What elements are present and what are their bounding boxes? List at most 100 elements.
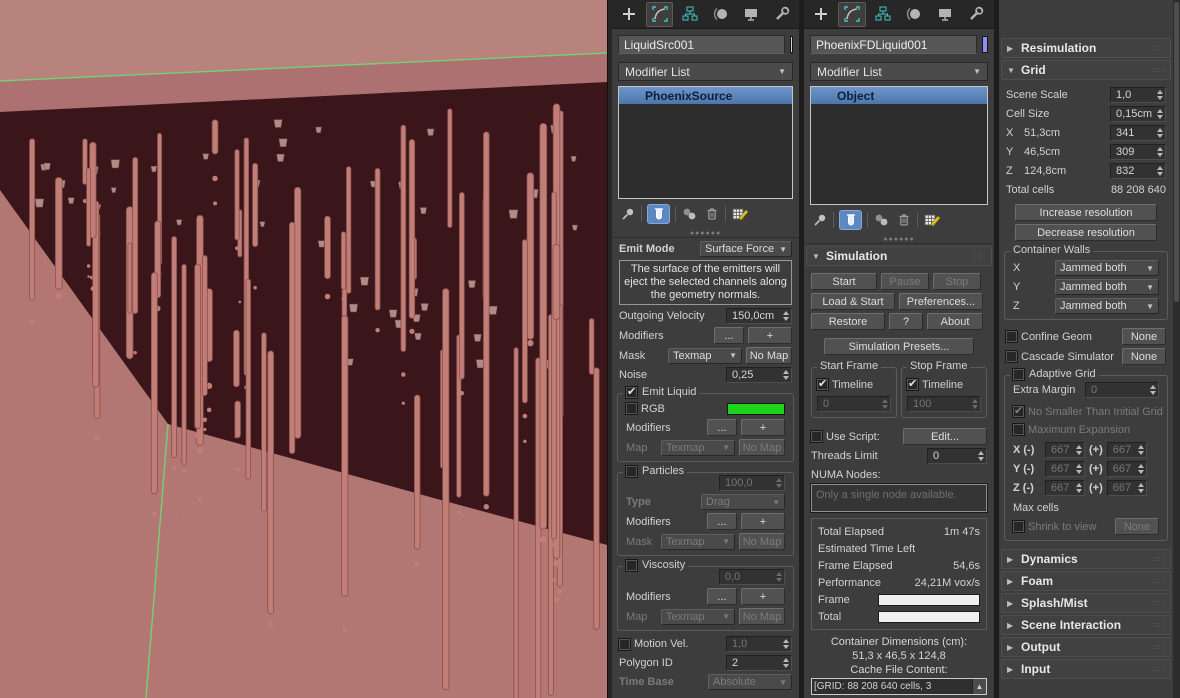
spinner[interactable] <box>1157 109 1163 119</box>
outgoing-velocity-field[interactable]: 150,0cm <box>726 308 792 324</box>
simulation-rollout-header[interactable]: ▼ Simulation ∷∷ <box>806 246 992 266</box>
adaptive-grid-checkbox[interactable] <box>1012 367 1025 381</box>
splash-mist-rollout-header[interactable]: ▶ Splash/Mist ∷∷ <box>1001 593 1171 613</box>
modifiers-add-button[interactable]: + <box>741 588 785 605</box>
stack-item-phoenixsource[interactable]: PhoenixSource <box>619 87 792 104</box>
simulation-presets-button[interactable]: Simulation Presets... <box>824 338 974 355</box>
modifier-stack[interactable]: PhoenixSource <box>618 86 793 199</box>
object-color-swatch[interactable] <box>790 36 793 53</box>
mask-texmap-dropdown[interactable]: Texmap ▼ <box>668 347 742 364</box>
modifiers-browse-button[interactable]: ... <box>707 588 737 605</box>
grid-rollout-header[interactable]: ▼ Grid ∷∷ <box>1001 60 1171 80</box>
cell-size-field[interactable]: 0,15cm <box>1110 106 1166 122</box>
start-timeline-checkbox[interactable] <box>816 377 829 391</box>
edit-script-button[interactable]: Edit... <box>903 428 987 445</box>
spinner[interactable] <box>783 658 789 668</box>
modify-tab[interactable] <box>645 1 674 27</box>
modifiers-add-button[interactable]: + <box>741 513 785 530</box>
modifiers-browse-button[interactable]: ... <box>707 513 737 530</box>
make-unique-icon[interactable] <box>873 212 891 228</box>
use-script-checkbox[interactable] <box>810 430 823 443</box>
noise-field[interactable]: 0,25 <box>726 367 792 383</box>
rollout-splitter[interactable]: ●●●●●● <box>612 229 799 238</box>
output-rollout-header[interactable]: ▶ Output ∷∷ <box>1001 637 1171 657</box>
rollout-splitter[interactable]: ●●●●●● <box>804 235 994 244</box>
pin-stack-icon[interactable] <box>812 212 828 228</box>
wall-z-dropdown[interactable]: Jammed both ▼ <box>1055 298 1159 314</box>
cascade-simulator-checkbox[interactable] <box>1005 350 1018 363</box>
rgb-color-swatch[interactable] <box>727 402 785 415</box>
spinner[interactable] <box>783 370 789 380</box>
spinner[interactable] <box>978 451 984 461</box>
configure-modifier-sets-icon[interactable] <box>731 206 749 222</box>
help-button[interactable]: ? <box>889 313 923 330</box>
decrease-resolution-button[interactable]: Decrease resolution <box>1015 224 1157 241</box>
scene-interaction-rollout-header[interactable]: ▶ Scene Interaction ∷∷ <box>1001 615 1171 635</box>
x-cells-field[interactable]: 341 <box>1110 125 1166 141</box>
increase-resolution-button[interactable]: Increase resolution <box>1015 204 1157 221</box>
y-cells-field[interactable]: 309 <box>1110 144 1166 160</box>
scroll-up-icon[interactable]: ▲ <box>972 679 986 694</box>
utilities-tab[interactable] <box>962 2 990 27</box>
numa-nodes-listbox[interactable]: Only a single node available. <box>810 483 988 513</box>
make-unique-icon[interactable] <box>681 206 699 222</box>
motion-vel-checkbox[interactable] <box>618 637 631 651</box>
remove-modifier-icon[interactable] <box>896 212 912 228</box>
about-button[interactable]: About <box>927 313 983 330</box>
modify-tab[interactable] <box>838 1 866 27</box>
resimulation-rollout-header[interactable]: ▶ Resimulation ∷∷ <box>1001 38 1171 58</box>
viscosity-checkbox[interactable] <box>625 558 638 572</box>
wall-y-dropdown[interactable]: Jammed both ▼ <box>1055 279 1159 295</box>
cascade-none-button[interactable]: None <box>1122 348 1166 365</box>
modifiers-browse-button[interactable]: ... <box>714 327 744 344</box>
create-tab[interactable] <box>615 2 643 27</box>
load-start-button[interactable]: Load & Start <box>811 293 895 310</box>
panel-scrollbar[interactable] <box>1173 0 1180 698</box>
modifiers-add-button[interactable]: + <box>741 419 785 436</box>
restore-button[interactable]: Restore <box>811 313 885 330</box>
viewport-3d[interactable] <box>0 0 607 698</box>
rgb-checkbox[interactable] <box>625 402 638 415</box>
z-cells-field[interactable]: 832 <box>1110 163 1166 179</box>
modifiers-browse-button[interactable]: ... <box>707 419 737 436</box>
configure-modifier-sets-icon[interactable] <box>923 212 941 228</box>
hierarchy-tab[interactable] <box>869 2 897 27</box>
show-end-result-icon[interactable] <box>839 210 862 230</box>
confine-geom-checkbox[interactable] <box>1005 330 1018 343</box>
dynamics-rollout-header[interactable]: ▶ Dynamics ∷∷ <box>1001 549 1171 569</box>
display-tab[interactable] <box>738 2 766 27</box>
modifier-list-dropdown[interactable]: Modifier List ▼ <box>810 62 988 81</box>
modifier-list-dropdown[interactable]: Modifier List ▼ <box>618 62 793 81</box>
confine-geom-none-button[interactable]: None <box>1122 328 1166 345</box>
mask-no-map-button[interactable]: No Map <box>746 347 792 364</box>
remove-modifier-icon[interactable] <box>704 206 720 222</box>
spinner[interactable] <box>783 311 789 321</box>
spinner[interactable] <box>1157 166 1163 176</box>
emit-liquid-checkbox[interactable] <box>625 385 638 399</box>
start-button[interactable]: Start <box>811 273 877 290</box>
spinner[interactable] <box>1157 90 1163 100</box>
modifiers-add-button[interactable]: + <box>748 327 792 344</box>
preferences-button[interactable]: Preferences... <box>899 293 983 310</box>
scrollbar-thumb[interactable] <box>1174 2 1179 302</box>
stack-item-object[interactable]: Object <box>811 87 987 104</box>
create-tab[interactable] <box>807 2 835 27</box>
utilities-tab[interactable] <box>768 2 796 27</box>
show-end-result-icon[interactable] <box>647 204 670 224</box>
modifier-stack[interactable]: Object <box>810 86 988 205</box>
motion-tab[interactable] <box>900 2 928 27</box>
wall-x-dropdown[interactable]: Jammed both ▼ <box>1055 260 1159 276</box>
scene-scale-field[interactable]: 1,0 <box>1110 87 1166 103</box>
stop-timeline-checkbox[interactable] <box>906 377 919 391</box>
spinner[interactable] <box>1157 128 1163 138</box>
polygon-id-field[interactable]: 2 <box>726 655 792 671</box>
object-name-input[interactable] <box>810 35 977 54</box>
motion-tab[interactable] <box>707 2 735 27</box>
threads-limit-field[interactable]: 0 <box>927 448 987 464</box>
foam-rollout-header[interactable]: ▶ Foam ∷∷ <box>1001 571 1171 591</box>
display-tab[interactable] <box>931 2 959 27</box>
particles-checkbox[interactable] <box>625 464 638 478</box>
object-color-swatch[interactable] <box>982 36 988 53</box>
input-rollout-header[interactable]: ▶ Input ∷∷ <box>1001 659 1171 679</box>
cache-file-content-listbox[interactable]: [GRID: 88 208 640 cells, 3 ▲ <box>811 678 987 695</box>
